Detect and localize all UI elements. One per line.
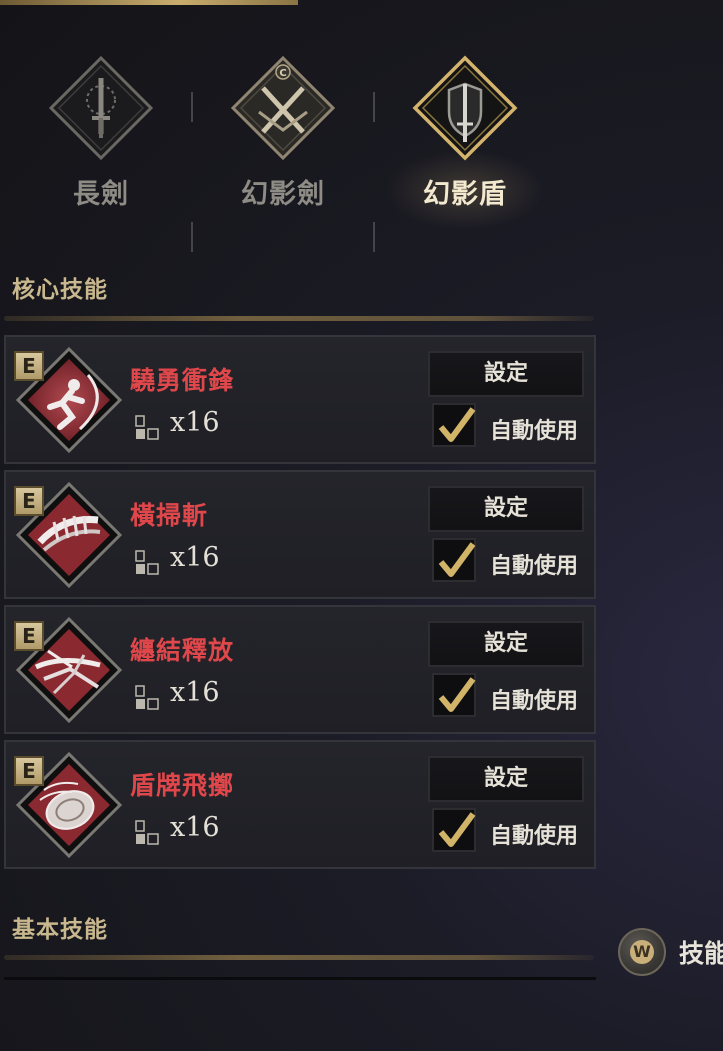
key-badge: E (14, 351, 44, 381)
section-divider (4, 316, 594, 321)
set-button[interactable]: 設定 (428, 756, 584, 802)
mana-cost-icon (135, 820, 159, 845)
longsword-icon (48, 55, 154, 161)
skill-name: 盾牌飛擲 (130, 771, 235, 800)
phantom-sword-icon: C (230, 55, 336, 161)
tab-divider (373, 92, 375, 122)
tab-phantom-sword-label: 幻影劍 (241, 179, 325, 210)
tab-longsword[interactable]: 長劍 (31, 40, 171, 220)
mana-cost-icon (135, 550, 159, 575)
basic-skills-title: 基本技能 (12, 917, 108, 943)
auto-use-label: 自動使用 (490, 419, 579, 444)
auto-use-checkbox[interactable] (432, 403, 476, 447)
checkmark-icon (438, 677, 476, 712)
phantom-shield-icon (412, 55, 518, 161)
skill-shortcut-icon[interactable]: W (618, 928, 666, 976)
tab-phantom-sword[interactable]: C 幻影劍 (213, 40, 353, 220)
core-skills-title: 核心技能 (12, 277, 108, 303)
skill-row-charge: E 驍勇衝鋒 x16 設定 自動使用 (4, 335, 596, 464)
skill-cost: x16 (170, 812, 220, 843)
weapon-tabs: 長劍 C 幻影劍 幻影盾 (0, 40, 560, 252)
auto-use-checkbox[interactable] (432, 538, 476, 582)
tab-divider (373, 222, 375, 252)
mana-cost-icon (135, 685, 159, 710)
tab-phantom-shield[interactable]: 幻影盾 (385, 40, 545, 230)
auto-use-checkbox[interactable] (432, 673, 476, 717)
tab-divider (191, 92, 193, 122)
set-button[interactable]: 設定 (428, 486, 584, 532)
checkmark-icon (438, 407, 476, 442)
skill-row-shield-throw: E 盾牌飛擲 x16 設定 自動使用 (4, 740, 596, 869)
key-badge: E (14, 756, 44, 786)
key-badge: E (14, 486, 44, 516)
skill-row-entangle-release: E 纏結釋放 x16 設定 自動使用 (4, 605, 596, 734)
set-button[interactable]: 設定 (428, 351, 584, 397)
key-badge: E (14, 621, 44, 651)
checkmark-icon (438, 812, 476, 847)
auto-use-label: 自動使用 (490, 824, 579, 849)
tab-phantom-shield-label: 幻影盾 (423, 179, 507, 210)
skill-name: 纏結釋放 (130, 636, 235, 665)
skill-cost: x16 (170, 407, 220, 438)
auto-use-label: 自動使用 (490, 689, 579, 714)
section-underline (4, 977, 596, 980)
skill-name: 驍勇衝鋒 (130, 366, 235, 395)
svg-text:C: C (279, 68, 286, 79)
tab-divider (191, 222, 193, 252)
skill-shortcut-label[interactable]: 技能 (679, 934, 723, 970)
section-divider (4, 955, 594, 960)
skill-cost: x16 (170, 542, 220, 573)
top-accent-line (0, 0, 298, 5)
mana-cost-icon (135, 415, 159, 440)
auto-use-checkbox[interactable] (432, 808, 476, 852)
set-button[interactable]: 設定 (428, 621, 584, 667)
tab-longsword-label: 長劍 (73, 179, 129, 210)
auto-use-label: 自動使用 (490, 554, 579, 579)
skill-row-sweep-slash: E 橫掃斬 x16 設定 自動使用 (4, 470, 596, 599)
checkmark-icon (438, 542, 476, 577)
skill-name: 橫掃斬 (130, 501, 209, 530)
skill-cost: x16 (170, 677, 220, 708)
shortcut-key: W (630, 940, 654, 964)
